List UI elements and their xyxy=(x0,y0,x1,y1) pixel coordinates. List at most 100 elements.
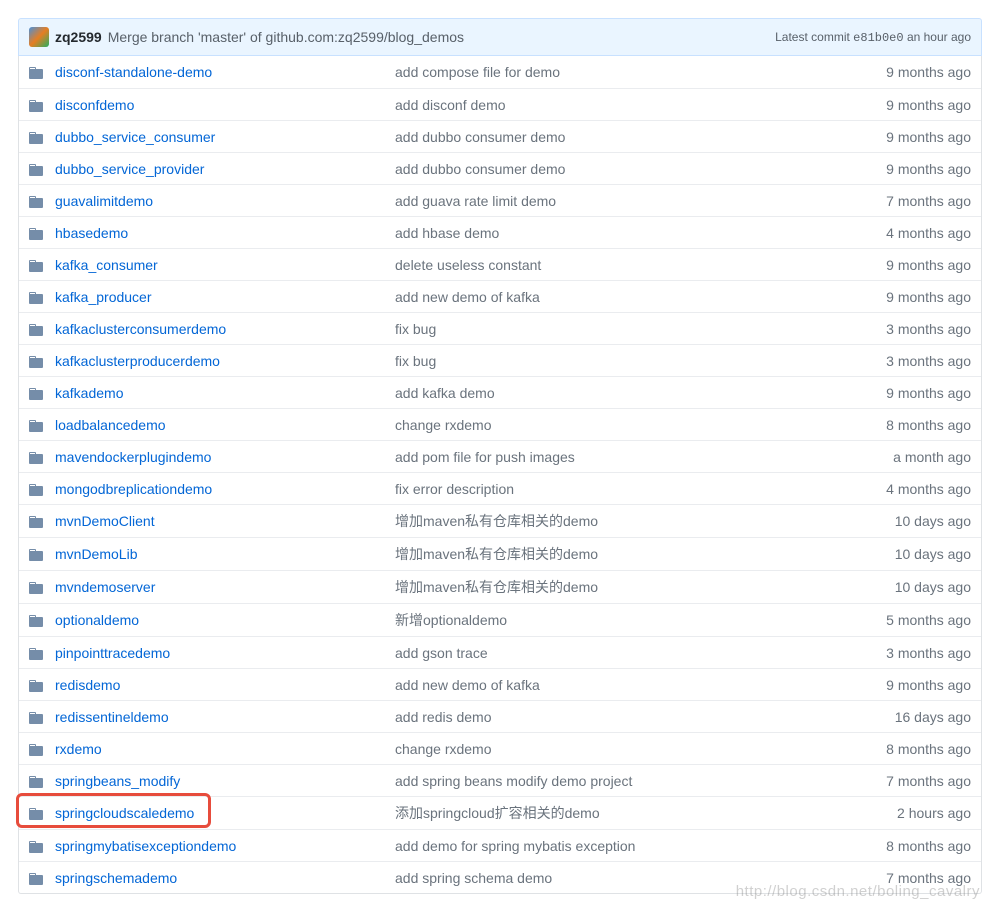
file-age: 16 days ago xyxy=(885,709,971,725)
folder-icon xyxy=(29,258,45,272)
file-name-link[interactable]: kafkaclusterconsumerdemo xyxy=(55,321,395,337)
file-name-link[interactable]: mvnDemoLib xyxy=(55,546,395,562)
file-name-link[interactable]: loadbalancedemo xyxy=(55,417,395,433)
file-commit-message[interactable]: add gson trace xyxy=(395,645,876,661)
folder-icon xyxy=(29,678,45,692)
file-age: 10 days ago xyxy=(885,513,971,529)
folder-icon xyxy=(29,871,45,885)
file-name-link[interactable]: rxdemo xyxy=(55,741,395,757)
file-age: 5 months ago xyxy=(876,612,971,628)
table-row: dubbo_service_consumeradd dubbo consumer… xyxy=(19,120,981,152)
table-row: disconf-standalone-demoadd compose file … xyxy=(19,56,981,88)
folder-icon xyxy=(29,450,45,464)
folder-icon xyxy=(29,194,45,208)
file-commit-message[interactable]: add pom file for push images xyxy=(395,449,883,465)
file-commit-message[interactable]: 增加maven私有仓库相关的demo xyxy=(395,577,885,597)
file-name-link[interactable]: dubbo_service_consumer xyxy=(55,129,395,145)
folder-icon xyxy=(29,839,45,853)
file-name-link[interactable]: springbeans_modify xyxy=(55,773,395,789)
folder-icon xyxy=(29,290,45,304)
file-commit-message[interactable]: add kafka demo xyxy=(395,385,876,401)
file-age: 3 months ago xyxy=(876,321,971,337)
file-name-link[interactable]: redissentineldemo xyxy=(55,709,395,725)
file-name-link[interactable]: mavendockerplugindemo xyxy=(55,449,395,465)
table-row: springbeans_modifyadd spring beans modif… xyxy=(19,764,981,796)
file-commit-message[interactable]: add compose file for demo xyxy=(395,64,876,80)
file-name-link[interactable]: disconfdemo xyxy=(55,97,395,113)
file-commit-message[interactable]: add redis demo xyxy=(395,709,885,725)
file-name-link[interactable]: springmybatisexceptiondemo xyxy=(55,838,395,854)
file-commit-message[interactable]: change rxdemo xyxy=(395,417,876,433)
file-commit-message[interactable]: add hbase demo xyxy=(395,225,876,241)
commit-time: an hour ago xyxy=(907,30,971,44)
file-commit-message[interactable]: change rxdemo xyxy=(395,741,876,757)
table-row: loadbalancedemochange rxdemo8 months ago xyxy=(19,408,981,440)
file-commit-message[interactable]: 添加springcloud扩容相关的demo xyxy=(395,803,887,823)
file-age: 10 days ago xyxy=(885,546,971,562)
avatar[interactable] xyxy=(29,27,49,47)
file-commit-message[interactable]: 增加maven私有仓库相关的demo xyxy=(395,544,885,564)
file-commit-message[interactable]: add spring beans modify demo project xyxy=(395,773,876,789)
table-row: kafkaclusterproducerdemofix bug3 months … xyxy=(19,344,981,376)
file-commit-message[interactable]: 新增optionaldemo xyxy=(395,610,876,630)
file-name-link[interactable]: dubbo_service_provider xyxy=(55,161,395,177)
file-age: 9 months ago xyxy=(876,677,971,693)
file-commit-message[interactable]: fix error description xyxy=(395,481,876,497)
folder-icon xyxy=(29,418,45,432)
table-row: disconfdemoadd disconf demo9 months ago xyxy=(19,88,981,120)
folder-icon xyxy=(29,386,45,400)
file-name-link[interactable]: mvndemoserver xyxy=(55,579,395,595)
file-age: 7 months ago xyxy=(876,773,971,789)
file-commit-message[interactable]: fix bug xyxy=(395,321,876,337)
file-name-link[interactable]: kafkaclusterproducerdemo xyxy=(55,353,395,369)
file-age: 9 months ago xyxy=(876,161,971,177)
file-age: 9 months ago xyxy=(876,385,971,401)
file-commit-message[interactable]: add demo for spring mybatis exception xyxy=(395,838,876,854)
file-age: a month ago xyxy=(883,449,971,465)
table-row: springmybatisexceptiondemoadd demo for s… xyxy=(19,829,981,861)
table-row: mvnDemoClient增加maven私有仓库相关的demo10 days a… xyxy=(19,504,981,537)
file-name-link[interactable]: kafkademo xyxy=(55,385,395,401)
file-age: 7 months ago xyxy=(876,193,971,209)
file-name-link[interactable]: springcloudscaledemo xyxy=(55,805,395,821)
file-name-link[interactable]: redisdemo xyxy=(55,677,395,693)
commit-header: zq2599 Merge branch 'master' of github.c… xyxy=(18,18,982,56)
file-name-link[interactable]: optionaldemo xyxy=(55,612,395,628)
file-name-link[interactable]: kafka_producer xyxy=(55,289,395,305)
table-row: springschemademoadd spring schema demo7 … xyxy=(19,861,981,893)
file-commit-message[interactable]: add guava rate limit demo xyxy=(395,193,876,209)
file-name-link[interactable]: hbasedemo xyxy=(55,225,395,241)
file-age: 9 months ago xyxy=(876,97,971,113)
file-name-link[interactable]: mvnDemoClient xyxy=(55,513,395,529)
file-age: 8 months ago xyxy=(876,417,971,433)
file-commit-message[interactable]: add disconf demo xyxy=(395,97,876,113)
file-commit-message[interactable]: add new demo of kafka xyxy=(395,289,876,305)
table-row: mongodbreplicationdemofix error descript… xyxy=(19,472,981,504)
file-name-link[interactable]: disconf-standalone-demo xyxy=(55,64,395,80)
file-name-link[interactable]: mongodbreplicationdemo xyxy=(55,481,395,497)
table-row: mavendockerplugindemoadd pom file for pu… xyxy=(19,440,981,472)
file-commit-message[interactable]: add dubbo consumer demo xyxy=(395,129,876,145)
file-commit-message[interactable]: 增加maven私有仓库相关的demo xyxy=(395,511,885,531)
file-commit-message[interactable]: add new demo of kafka xyxy=(395,677,876,693)
commit-message[interactable]: Merge branch 'master' of github.com:zq25… xyxy=(108,29,775,45)
folder-icon xyxy=(29,547,45,561)
file-age: 9 months ago xyxy=(876,257,971,273)
commit-author[interactable]: zq2599 xyxy=(55,29,102,45)
commit-hash[interactable]: e81b0e0 xyxy=(853,31,903,45)
folder-icon xyxy=(29,322,45,336)
table-row: kafka_consumerdelete useless constant9 m… xyxy=(19,248,981,280)
table-row: kafkaclusterconsumerdemofix bug3 months … xyxy=(19,312,981,344)
table-row: pinpointtracedemoadd gson trace3 months … xyxy=(19,636,981,668)
commit-meta: Latest commit e81b0e0 an hour ago xyxy=(775,30,971,45)
table-row: springcloudscaledemo添加springcloud扩容相关的de… xyxy=(19,796,981,829)
file-name-link[interactable]: guavalimitdemo xyxy=(55,193,395,209)
folder-icon xyxy=(29,514,45,528)
file-commit-message[interactable]: fix bug xyxy=(395,353,876,369)
table-row: mvnDemoLib增加maven私有仓库相关的demo10 days ago xyxy=(19,537,981,570)
file-name-link[interactable]: pinpointtracedemo xyxy=(55,645,395,661)
file-commit-message[interactable]: add dubbo consumer demo xyxy=(395,161,876,177)
folder-icon xyxy=(29,65,45,79)
file-name-link[interactable]: kafka_consumer xyxy=(55,257,395,273)
file-commit-message[interactable]: delete useless constant xyxy=(395,257,876,273)
